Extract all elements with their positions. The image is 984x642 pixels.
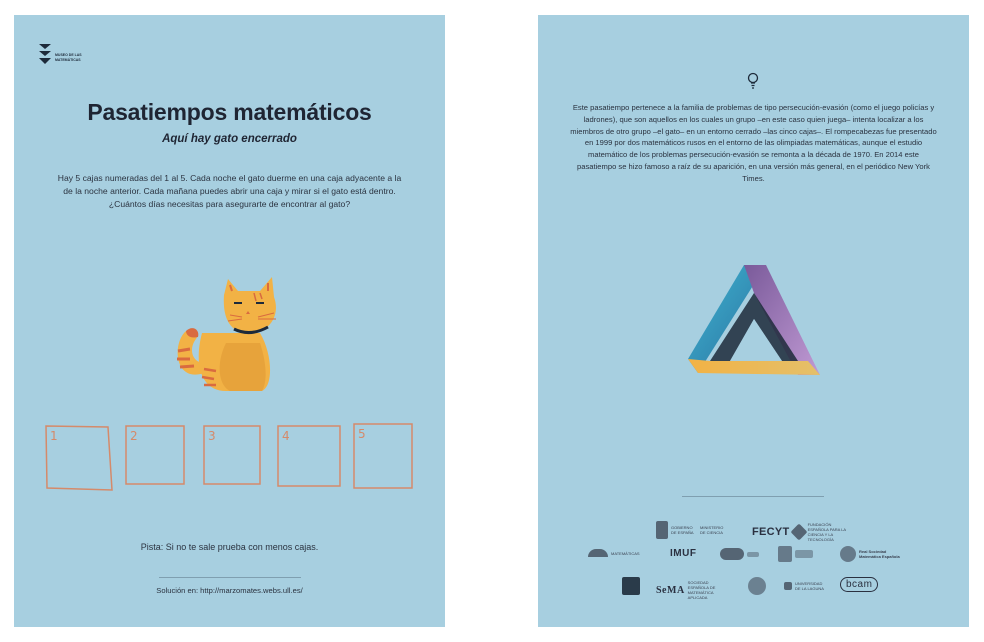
- page-subtitle: Aquí hay gato encerrado: [162, 133, 297, 145]
- university-seal-icon: [748, 577, 766, 595]
- puzzle-statement: Hay 5 cajas numeradas del 1 al 5. Cada n…: [57, 173, 402, 209]
- logo-gobierno: GOBIERNO DE ESPAÑA MINISTERIO DE CIENCIA: [656, 521, 726, 539]
- box-number: 3: [208, 429, 216, 443]
- divider: [682, 496, 824, 497]
- museum-logo: MUSEO DE LAS MATEMÁTICAS: [38, 43, 98, 83]
- logo-ull: UNIVERSIDAD DE LA LAGUNA: [784, 581, 825, 591]
- cat-illustration: [177, 277, 276, 391]
- museum-logo-icon: [39, 44, 51, 64]
- box-2: 2: [124, 424, 186, 486]
- logo-rsme: Real Sociedad Matemática Española: [840, 546, 903, 562]
- penrose-triangle-illustration: [688, 265, 820, 375]
- figure-text-icon: [795, 550, 813, 558]
- figure-icon: [778, 546, 792, 562]
- rsme-seal-icon: [840, 546, 856, 562]
- numbered-boxes: 1 2 3 4 5: [40, 420, 420, 500]
- box-number: 4: [282, 429, 290, 443]
- ull-mark-icon: [784, 582, 792, 590]
- logo-seal: [748, 577, 766, 595]
- lightbulb-icon: [747, 72, 759, 89]
- sponsor-logos: GOBIERNO DE ESPAÑA MINISTERIO DE CIENCIA…: [578, 507, 928, 617]
- logo-emblem-1: [720, 548, 759, 560]
- solution-link-text: Solución en: http://marzomates.webs.ull.…: [156, 586, 303, 595]
- logo-bcam: bcam: [840, 577, 879, 592]
- museum-logo-text: MUSEO DE LAS MATEMÁTICAS: [55, 53, 82, 62]
- puzzle-card-back: Este pasatiempo pertenece a la familia d…: [538, 15, 969, 627]
- hint-text: Pista: Si no te sale prueba con menos ca…: [140, 542, 319, 552]
- logo-square: [622, 577, 640, 595]
- emblem-icon: [720, 548, 744, 560]
- box-4: 4: [276, 424, 342, 488]
- page-title: Pasatiempos matemáticos: [87, 99, 372, 125]
- logo-matematicas: MATEMÁTICAS: [588, 549, 640, 557]
- logo-sema: SeMA SOCIEDAD ESPAÑOLA DE MATEMÁTICA APL…: [656, 580, 716, 600]
- box-number: 5: [358, 427, 366, 441]
- box-3: 3: [202, 424, 262, 486]
- wave-icon: [588, 549, 608, 557]
- logo-imuf: IMUF: [670, 548, 697, 559]
- emblem-text-icon: [747, 551, 759, 557]
- logo-emblem-2: [778, 546, 813, 562]
- fecyt-diamond-icon: [790, 523, 808, 541]
- box-number: 1: [50, 429, 58, 443]
- coat-of-arms-icon: [656, 521, 668, 539]
- divider: [159, 577, 301, 578]
- box-number: 2: [130, 429, 138, 443]
- logo-fecyt: FECYT FUNDACIÓN ESPAÑOLA PARA LA CIENCIA…: [752, 522, 846, 542]
- box-1: 1: [44, 424, 113, 491]
- box-5: 5: [352, 422, 414, 490]
- puzzle-card-front: MUSEO DE LAS MATEMÁTICAS Pasatiempos mat…: [14, 15, 445, 627]
- square-logo-icon: [622, 577, 640, 595]
- explanation-text: Este pasatiempo pertenece a la familia d…: [570, 103, 937, 183]
